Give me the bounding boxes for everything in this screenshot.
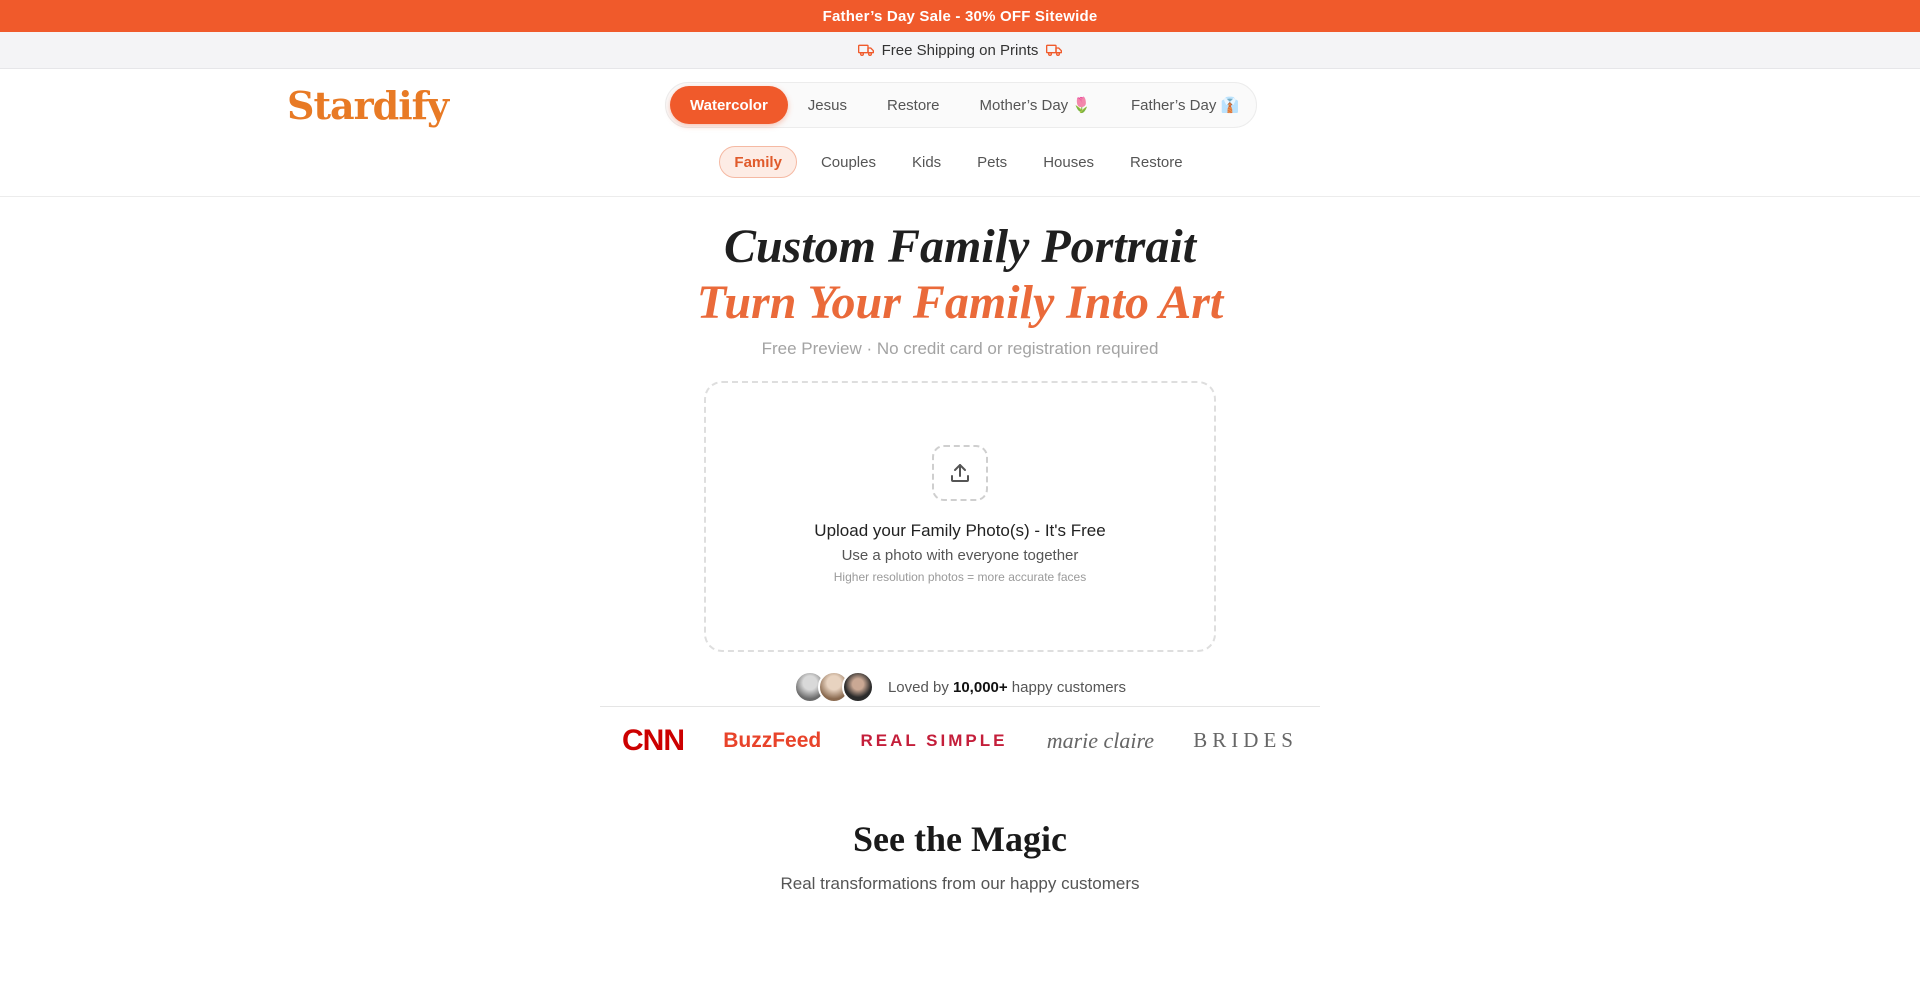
see-the-magic-section: See the Magic Real transformations from … [0,818,1920,894]
brides-logo: BRIDES [1193,728,1298,752]
section-title: See the Magic [853,819,1067,859]
nav-item-fathers-day[interactable]: Father’s Day 👔 [1111,86,1259,124]
tab-couples[interactable]: Couples [803,146,894,178]
nav-item-watercolor[interactable]: Watercolor [670,86,788,124]
nav-item-jesus[interactable]: Jesus [788,86,867,124]
nav-item-mothers-day[interactable]: Mother’s Day 🌷 [960,86,1112,124]
tab-houses[interactable]: Houses [1025,146,1112,178]
nav-item-restore[interactable]: Restore [867,86,960,124]
category-nav: Family Couples Kids Pets Houses Restore [0,146,1920,178]
tab-family[interactable]: Family [719,146,797,178]
hero-section: Custom Family Portrait Turn Your Family … [0,219,1920,774]
upload-title: Upload your Family Photo(s) - It's Free [814,521,1106,540]
photo-upload-dropzone[interactable]: Upload your Family Photo(s) - It's Free … [704,381,1216,652]
tab-kids[interactable]: Kids [894,146,959,178]
shipping-text: Free Shipping on Prints [881,41,1039,59]
upload-fine-print: Higher resolution photos = more accurate… [833,570,1087,584]
page-title: Custom Family Portrait [723,220,1197,273]
promo-banner[interactable]: Father’s Day Sale - 30% OFF Sitewide [0,0,1920,32]
buzzfeed-logo: BuzzFeed [723,728,822,752]
truck-icon [1046,44,1063,56]
marie-claire-logo: marie claire [1046,727,1155,753]
customer-count-text: Loved by 10,000+ happy customers [887,678,1127,696]
real-simple-logo: REAL SIMPLE [860,730,1008,750]
section-subtitle: Real transformations from our happy cust… [780,874,1140,893]
page-subtitle: Turn Your Family Into Art [696,276,1224,329]
stardify-logo[interactable]: Stardify [287,83,449,128]
tab-restore[interactable]: Restore [1112,146,1201,178]
press-logos: CNN BuzzFeed REAL SIMPLE marie claire BR… [600,706,1320,774]
upload-hint: Use a photo with everyone together [841,547,1079,564]
customer-count: 10,000+ [953,678,1008,696]
site-header: Stardify Watercolor Jesus Restore Mother… [0,69,1920,197]
cnn-logo: CNN [622,723,685,757]
avatar [841,671,874,703]
shipping-banner: Free Shipping on Prints [0,32,1920,69]
customer-avatars [793,671,874,703]
promo-text: Father’s Day Sale - 30% OFF Sitewide [822,7,1098,25]
main-nav: Watercolor Jesus Restore Mother’s Day 🌷 … [665,82,1257,128]
free-preview-note: Free Preview · No credit card or registr… [761,339,1159,358]
upload-icon [932,445,988,501]
social-proof: Loved by 10,000+ happy customers [0,670,1920,704]
truck-icon [857,44,874,56]
tab-pets[interactable]: Pets [959,146,1025,178]
